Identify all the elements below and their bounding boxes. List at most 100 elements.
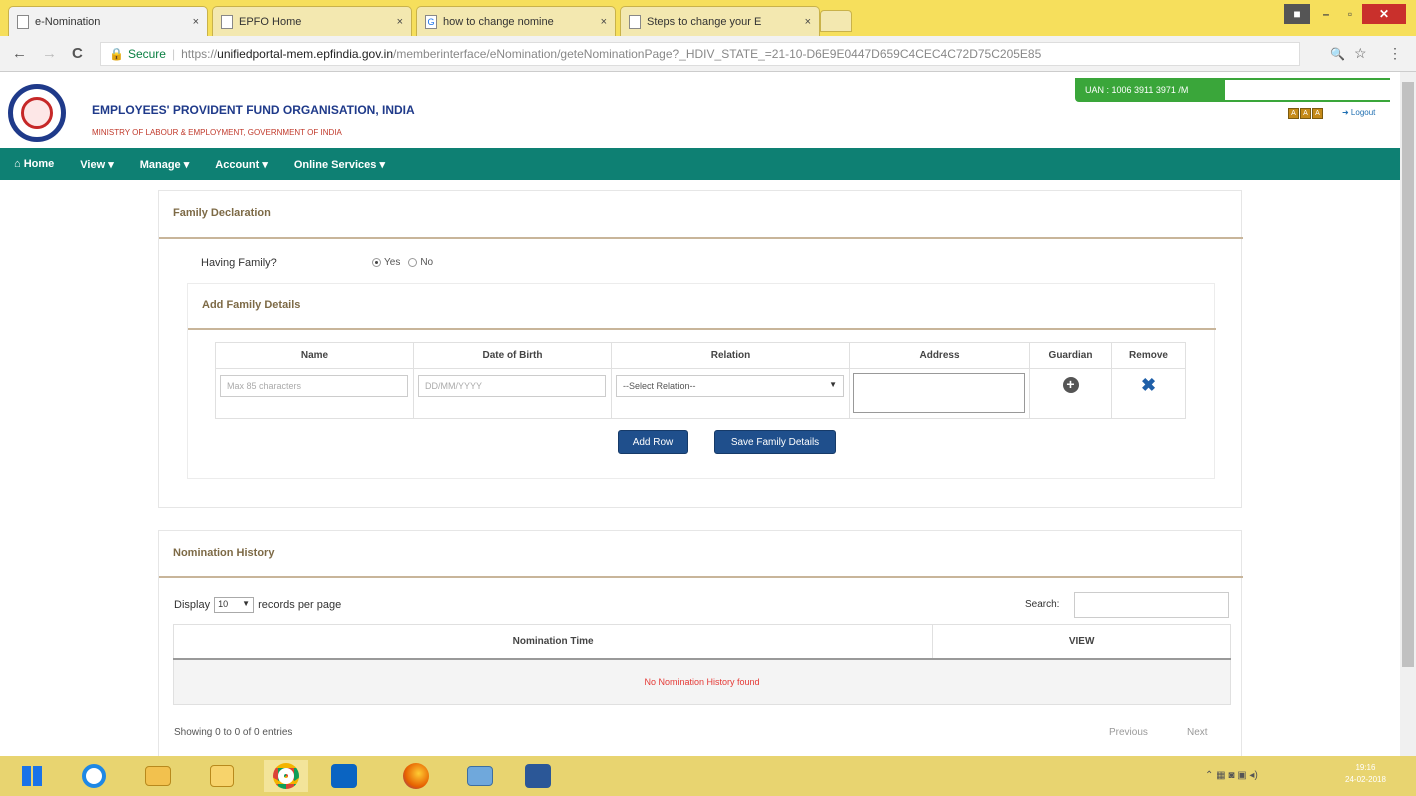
font-decrease-button[interactable]: A bbox=[1288, 108, 1299, 119]
forward-icon[interactable]: → bbox=[42, 45, 57, 62]
search-input[interactable] bbox=[1074, 592, 1229, 618]
radio-yes-label: Yes bbox=[384, 257, 401, 268]
nav-manage[interactable]: Manage ▾ bbox=[140, 158, 190, 171]
dob-input[interactable]: DD/MM/YYYY bbox=[418, 375, 606, 397]
scrollbar-thumb[interactable] bbox=[1402, 82, 1414, 667]
font-reset-button[interactable]: A bbox=[1300, 108, 1311, 119]
window-restore-icon[interactable]: ■ bbox=[1284, 4, 1310, 24]
col-view[interactable]: VIEW bbox=[932, 624, 1231, 660]
new-tab-button[interactable] bbox=[820, 10, 852, 32]
uan-text: UAN : 1006 3911 3971 /M bbox=[1085, 85, 1189, 95]
col-remove: Remove bbox=[1111, 342, 1186, 369]
sticky-notes-icon[interactable] bbox=[200, 760, 244, 792]
star-icon[interactable]: ☆ bbox=[1354, 45, 1367, 62]
family-declaration-panel: Family Declaration Having Family? Yes No… bbox=[158, 190, 1243, 508]
url-host: unifiedportal-mem.epfindia.gov.in bbox=[217, 47, 394, 61]
nomination-history-table: Nomination Time VIEW No Nomination Histo… bbox=[172, 624, 1231, 705]
tab-steps-article[interactable]: Steps to change your E × bbox=[620, 6, 820, 36]
file-explorer-icon[interactable] bbox=[136, 760, 180, 792]
page-size-select[interactable]: 10 ▼ bbox=[214, 597, 255, 613]
col-guardian: Guardian bbox=[1029, 342, 1112, 369]
radio-yes[interactable] bbox=[372, 258, 381, 267]
windows-taskbar: ⌃ ▦ ◙ ▣ ◂) 19:16 24-02-2018 bbox=[0, 756, 1416, 796]
relation-cell: --Select Relation-- ▼ bbox=[611, 368, 850, 419]
details-divider bbox=[188, 328, 1216, 330]
tab-label: EPFO Home bbox=[239, 15, 302, 28]
nomination-history-title: Nomination History bbox=[173, 547, 275, 559]
tab-epfo-home[interactable]: EPFO Home × bbox=[212, 6, 412, 36]
browser-tab-bar: e-Nomination × EPFO Home × G how to chan… bbox=[0, 0, 1416, 36]
address-cell bbox=[849, 368, 1030, 419]
url-input[interactable]: 🔒 Secure | https:// unifiedportal-mem.ep… bbox=[100, 42, 1300, 66]
page-content: EMPLOYEES' PROVIDENT FUND ORGANISATION, … bbox=[0, 72, 1400, 756]
nav-online-services[interactable]: Online Services ▾ bbox=[294, 158, 385, 171]
secure-label: Secure bbox=[127, 47, 166, 61]
add-family-details-title: Add Family Details bbox=[202, 299, 301, 311]
ministry-name: MINISTRY OF LABOUR & EMPLOYMENT, GOVERNM… bbox=[92, 128, 342, 137]
table-header-row: Name Date of Birth Relation Address Guar… bbox=[215, 342, 1186, 369]
family-declaration-title: Family Declaration bbox=[173, 207, 271, 219]
windows-start-icon[interactable] bbox=[10, 760, 54, 792]
radio-no-label: No bbox=[420, 257, 434, 268]
system-tray-icons[interactable]: ⌃ ▦ ◙ ▣ ◂) bbox=[1205, 770, 1258, 781]
taskbar-clock[interactable]: 19:16 24-02-2018 bbox=[1345, 762, 1386, 786]
table-header-row: Nomination Time VIEW bbox=[172, 624, 1231, 660]
url-path: /memberinterface/eNomination/geteNominat… bbox=[393, 47, 1042, 61]
window-maximize-button[interactable]: ▫ bbox=[1338, 4, 1362, 24]
window-minimize-button[interactable]: – bbox=[1314, 4, 1338, 24]
next-page-button[interactable]: Next bbox=[1187, 727, 1208, 738]
page-size-value: 10 bbox=[218, 599, 229, 609]
col-address: Address bbox=[849, 342, 1030, 369]
zoom-icon[interactable]: 🔍 bbox=[1330, 47, 1345, 61]
clock-date: 24-02-2018 bbox=[1345, 775, 1386, 784]
firefox-icon[interactable] bbox=[394, 760, 438, 792]
close-icon[interactable]: × bbox=[193, 16, 199, 28]
uan-mask bbox=[1225, 80, 1390, 100]
google-icon: G bbox=[425, 14, 437, 29]
internet-explorer-icon[interactable] bbox=[72, 760, 116, 792]
tab-e-nomination[interactable]: e-Nomination × bbox=[8, 6, 208, 36]
back-icon[interactable]: ← bbox=[12, 45, 27, 62]
name-input[interactable]: Max 85 characters bbox=[220, 375, 408, 397]
menu-icon[interactable]: ⋮ bbox=[1388, 45, 1402, 62]
add-row-button[interactable]: Add Row bbox=[618, 430, 688, 454]
guardian-cell: + bbox=[1029, 368, 1112, 419]
media-player-icon[interactable] bbox=[458, 760, 502, 792]
nav-home[interactable]: ⌂ Home bbox=[14, 158, 54, 170]
family-details-table: Name Date of Birth Relation Address Guar… bbox=[215, 342, 1186, 419]
chrome-icon[interactable] bbox=[264, 760, 308, 792]
close-icon[interactable]: × bbox=[397, 16, 403, 28]
save-family-details-button[interactable]: Save Family Details bbox=[714, 430, 836, 454]
col-nomination-time[interactable]: Nomination Time bbox=[172, 624, 934, 660]
reload-icon[interactable]: C bbox=[72, 45, 83, 62]
add-guardian-icon[interactable]: + bbox=[1062, 377, 1079, 393]
radio-no[interactable] bbox=[408, 258, 418, 267]
uan-badge: UAN : 1006 3911 3971 /M bbox=[1075, 78, 1390, 102]
tab-label: Steps to change your E bbox=[647, 15, 762, 28]
remove-row-icon[interactable]: ✖ bbox=[1112, 375, 1185, 396]
window-close-button[interactable]: ✕ bbox=[1362, 4, 1406, 24]
outlook-icon[interactable] bbox=[322, 760, 366, 792]
col-name: Name bbox=[215, 342, 414, 369]
address-bar: ← → C 🔒 Secure | https:// unifiedportal-… bbox=[0, 36, 1416, 72]
table-row: Max 85 characters DD/MM/YYYY --Select Re… bbox=[215, 368, 1186, 419]
word-icon[interactable] bbox=[516, 760, 560, 792]
nav-view[interactable]: View ▾ bbox=[80, 158, 113, 171]
font-increase-button[interactable]: A bbox=[1312, 108, 1323, 119]
url-scheme: https:// bbox=[181, 47, 218, 61]
relation-select[interactable]: --Select Relation-- ▼ bbox=[616, 375, 844, 397]
previous-page-button[interactable]: Previous bbox=[1109, 727, 1148, 738]
having-family-label: Having Family? bbox=[201, 257, 277, 269]
address-textarea[interactable] bbox=[853, 373, 1025, 413]
close-icon[interactable]: × bbox=[805, 16, 811, 28]
tab-google-search[interactable]: G how to change nomine × bbox=[416, 6, 616, 36]
org-name: EMPLOYEES' PROVIDENT FUND ORGANISATION, … bbox=[92, 103, 415, 117]
remove-cell: ✖ bbox=[1111, 368, 1186, 419]
close-icon[interactable]: × bbox=[601, 16, 607, 28]
page-icon bbox=[629, 14, 641, 29]
nav-account[interactable]: Account ▾ bbox=[215, 158, 268, 171]
page-scrollbar[interactable] bbox=[1400, 72, 1416, 756]
title-divider bbox=[159, 576, 1243, 578]
logout-link[interactable]: ➜ Logout bbox=[1342, 108, 1375, 117]
name-cell: Max 85 characters bbox=[215, 368, 414, 419]
